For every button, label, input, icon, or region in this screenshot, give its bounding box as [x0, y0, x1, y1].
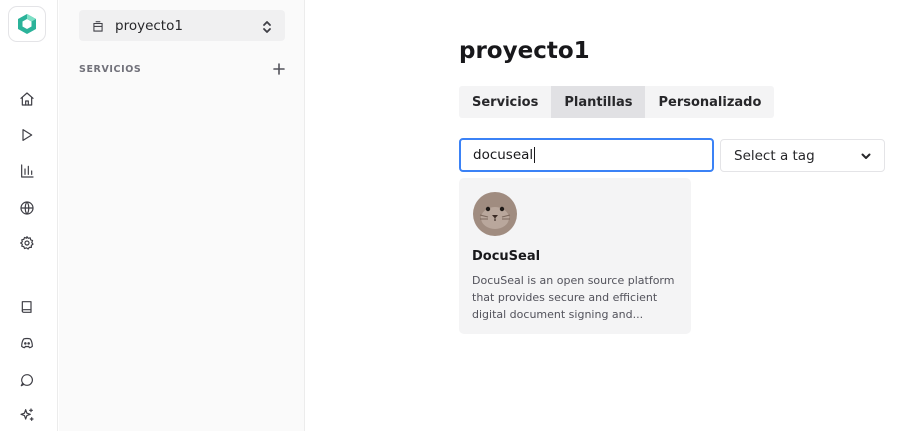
add-service-button[interactable] — [271, 61, 287, 77]
template-card-title: DocuSeal — [472, 249, 541, 264]
services-section-header: SERVICIOS — [79, 61, 287, 77]
tab-personalizado[interactable]: Personalizado — [645, 86, 774, 118]
settings-icon[interactable] — [16, 232, 38, 254]
chevron-up-down-icon — [261, 19, 273, 33]
main-content: proyecto1 Servicios Plantillas Personali… — [306, 0, 900, 431]
services-section-label: SERVICIOS — [79, 63, 142, 75]
tag-select-value: Select a tag — [734, 147, 815, 164]
home-icon[interactable] — [16, 88, 38, 110]
template-card[interactable]: DocuSeal DocuSeal is an open source plat… — [459, 178, 691, 334]
book-icon[interactable] — [16, 296, 38, 318]
globe-icon[interactable] — [16, 197, 38, 219]
chat-icon[interactable] — [16, 369, 38, 391]
icon-rail — [0, 0, 58, 431]
tag-select[interactable]: Select a tag — [720, 139, 885, 172]
template-search-input[interactable]: docuseal — [459, 138, 714, 172]
app-logo[interactable] — [8, 6, 46, 42]
template-card-description: DocuSeal is an open source platform that… — [472, 274, 675, 321]
search-input-value: docuseal — [473, 147, 534, 163]
plus-icon — [273, 63, 285, 75]
tab-plantillas[interactable]: Plantillas — [551, 86, 646, 118]
bar-chart-icon[interactable] — [16, 160, 38, 182]
project-selector[interactable]: proyecto1 — [79, 10, 285, 41]
discord-icon[interactable] — [16, 332, 38, 354]
sparkle-icon[interactable] — [16, 404, 38, 426]
project-name: proyecto1 — [115, 17, 183, 34]
logo-icon — [18, 14, 36, 34]
database-icon — [91, 19, 105, 33]
template-tabs: Servicios Plantillas Personalizado — [459, 86, 775, 118]
text-caret — [534, 147, 536, 163]
tab-servicios[interactable]: Servicios — [459, 86, 551, 118]
chevron-down-icon — [861, 153, 871, 159]
page-title: proyecto1 — [459, 38, 590, 64]
play-icon[interactable] — [16, 124, 38, 146]
project-sidebar: proyecto1 SERVICIOS — [59, 0, 305, 431]
docuseal-logo-icon — [472, 191, 518, 237]
